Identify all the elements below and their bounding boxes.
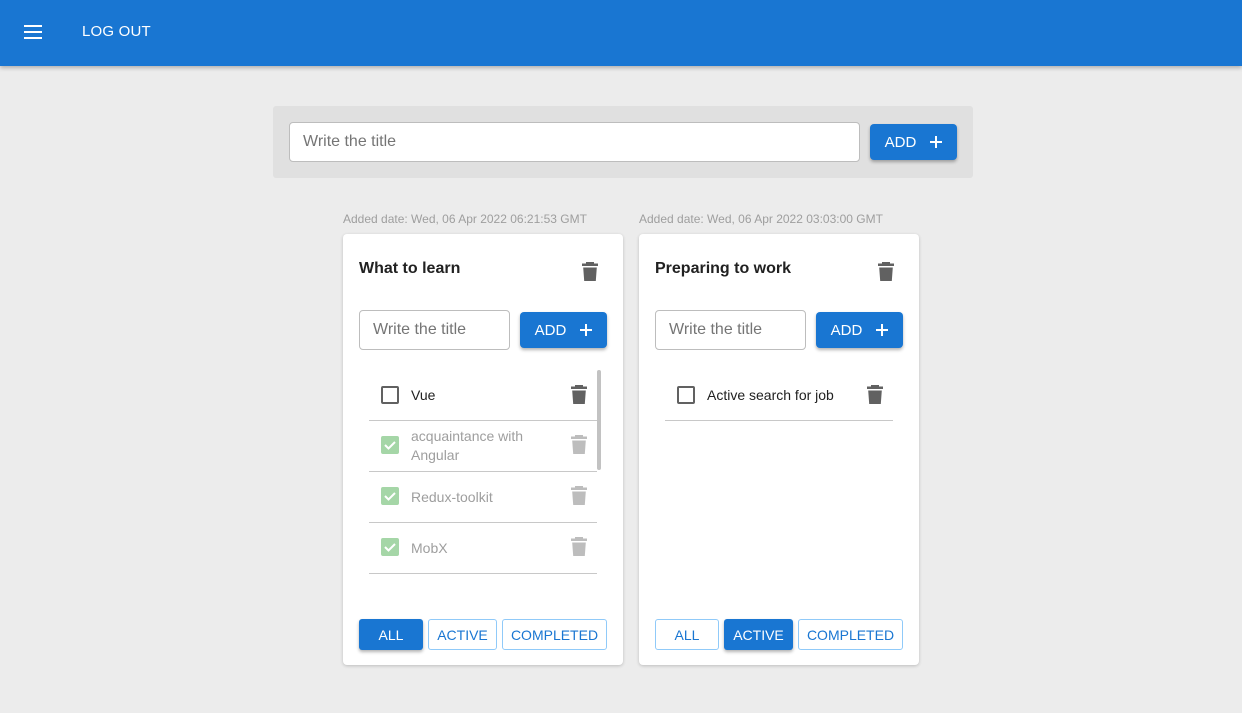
task-title-input[interactable] (655, 310, 806, 350)
delete-task-icon[interactable] (571, 486, 587, 506)
plus-icon (580, 324, 593, 336)
list-added-date: Added date: Wed, 06 Apr 2022 03:03:00 GM… (639, 212, 883, 226)
checkbox[interactable] (677, 386, 695, 404)
delete-task-icon[interactable] (571, 537, 587, 557)
filter-active-button[interactable]: ACTIVE (428, 619, 497, 650)
filter-all-button[interactable]: ALL (655, 619, 719, 650)
scrollbar[interactable] (597, 370, 601, 470)
filter-completed-button[interactable]: COMPLETED (798, 619, 903, 650)
delete-task-icon[interactable] (571, 385, 587, 405)
plus-icon (930, 136, 943, 148)
task-item: Vue (369, 370, 597, 421)
checkbox[interactable] (381, 386, 399, 404)
list-title: What to learn (359, 260, 461, 277)
filter-active-button[interactable]: ACTIVE (724, 619, 793, 650)
filter-completed-button[interactable]: COMPLETED (502, 619, 607, 650)
task-title: MobX (411, 540, 448, 556)
delete-task-icon[interactable] (571, 435, 587, 455)
add-button-label: ADD (830, 321, 863, 339)
menu-icon[interactable] (22, 22, 46, 42)
task-list[interactable]: Vue acquaintance with Angular Redux-tool… (369, 370, 601, 574)
task-title: Vue (411, 387, 436, 403)
filter-all-button[interactable]: ALL (359, 619, 423, 650)
list-added-date: Added date: Wed, 06 Apr 2022 06:21:53 GM… (343, 212, 587, 226)
task-item: Redux-toolkit (369, 472, 597, 523)
list-title: Preparing to work (655, 260, 792, 277)
checkbox-checked[interactable] (381, 538, 399, 556)
add-task-button[interactable]: ADD (816, 312, 903, 348)
delete-list-icon[interactable] (582, 262, 598, 282)
todo-list-card: Preparing to work ADD Active search for … (639, 234, 919, 665)
app-bar: LOG OUT (0, 0, 1242, 66)
task-title: Active search for job (707, 387, 834, 403)
task-item: Active search for job (665, 370, 893, 421)
task-list[interactable]: Active search for job (665, 370, 897, 574)
task-title: Redux-toolkit (411, 489, 493, 505)
task-title-input[interactable] (359, 310, 510, 350)
list-title-input[interactable] (289, 122, 860, 162)
add-button-label: ADD (534, 321, 567, 339)
logout-button[interactable]: LOG OUT (82, 23, 151, 40)
delete-list-icon[interactable] (878, 262, 894, 282)
todo-list-card: What to learn ADD Vue acquaintance with … (343, 234, 623, 665)
task-item: acquaintance with Angular (369, 421, 597, 472)
add-list-form: ADD (273, 106, 973, 178)
plus-icon (876, 324, 889, 336)
add-button-label: ADD (884, 133, 917, 151)
checkbox-checked[interactable] (381, 487, 399, 505)
add-task-button[interactable]: ADD (520, 312, 607, 348)
add-list-button[interactable]: ADD (870, 124, 957, 160)
delete-task-icon[interactable] (867, 385, 883, 405)
checkbox-checked[interactable] (381, 436, 399, 454)
task-title: acquaintance with Angular (411, 428, 524, 463)
task-item: MobX (369, 523, 597, 574)
